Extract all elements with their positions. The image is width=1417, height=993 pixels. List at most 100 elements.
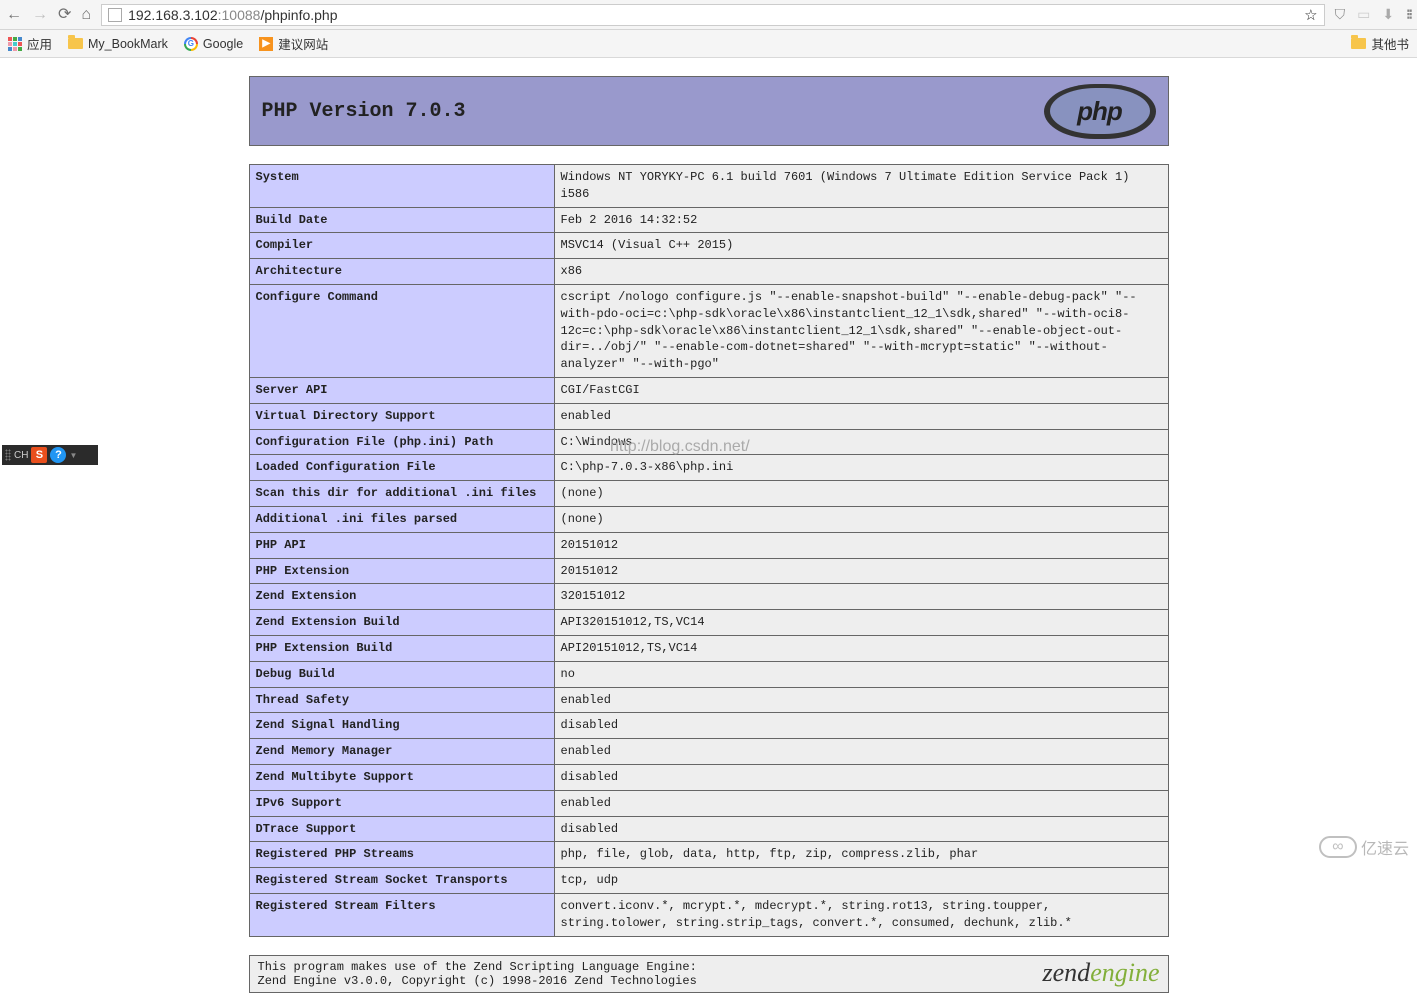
info-value: enabled [554,790,1168,816]
info-value: (none) [554,481,1168,507]
info-value: enabled [554,739,1168,765]
forward-button[interactable]: → [32,7,48,23]
info-value: MSVC14 (Visual C++ 2015) [554,233,1168,259]
info-value: C:\php-7.0.3-x86\php.ini [554,455,1168,481]
table-row: SystemWindows NT YORYKY-PC 6.1 build 760… [249,165,1168,208]
bookmark-label: My_BookMark [88,37,168,51]
phpinfo-header: PHP Version 7.0.3 php [249,76,1169,146]
table-row: Loaded Configuration FileC:\php-7.0.3-x8… [249,455,1168,481]
ime-lang[interactable]: CH [14,450,28,461]
php-logo: php [1044,84,1156,139]
yisuyun-watermark: 亿速云 [1319,835,1409,859]
browser-toolbar: ← → ⟳ ⌂ 192.168.3.102:10088/phpinfo.php … [0,0,1417,30]
zend-logo: zendengine [1043,960,1160,986]
info-value: disabled [554,764,1168,790]
info-value: 320151012 [554,584,1168,610]
apps-icon [8,37,22,51]
table-row: CompilerMSVC14 (Visual C++ 2015) [249,233,1168,259]
table-row: Virtual Directory Supportenabled [249,403,1168,429]
folder-icon [68,38,83,49]
zend-line1: This program makes use of the Zend Scrip… [258,960,697,974]
info-key: Zend Signal Handling [249,713,554,739]
help-icon[interactable]: ? [50,447,66,463]
table-row: Zend Memory Managerenabled [249,739,1168,765]
info-key: Registered PHP Streams [249,842,554,868]
zend-text: This program makes use of the Zend Scrip… [258,960,697,988]
info-key: DTrace Support [249,816,554,842]
table-row: Registered Stream Socket Transportstcp, … [249,868,1168,894]
home-button[interactable]: ⌂ [81,7,91,23]
zend-line2: Zend Engine v3.0.0, Copyright (c) 1998-2… [258,974,697,988]
info-key: IPv6 Support [249,790,554,816]
info-key: System [249,165,554,208]
info-value: php, file, glob, data, http, ftp, zip, c… [554,842,1168,868]
table-row: IPv6 Supportenabled [249,790,1168,816]
info-key: Registered Stream Socket Transports [249,868,554,894]
info-value: (none) [554,506,1168,532]
info-value: 20151012 [554,532,1168,558]
address-bar[interactable]: 192.168.3.102:10088/phpinfo.php ☆ [101,4,1325,26]
back-button[interactable]: ← [6,7,22,23]
table-row: Zend Extension320151012 [249,584,1168,610]
info-key: Registered Stream Filters [249,893,554,936]
bookmark-folder-mybookmark[interactable]: My_BookMark [68,37,168,51]
page-icon [108,8,122,22]
apps-button[interactable]: 应用 [8,34,52,53]
info-value: Feb 2 2016 14:32:52 [554,207,1168,233]
bookmark-label: Google [203,37,243,51]
php-logo-text: php [1050,88,1150,134]
bookmark-google[interactable]: Google [184,37,243,51]
phpinfo-table: SystemWindows NT YORYKY-PC 6.1 build 760… [249,164,1169,937]
info-value: disabled [554,816,1168,842]
table-row: Zend Multibyte Supportdisabled [249,764,1168,790]
extension-icons: ⛉ ▭ ⬇ ⁝⁝ [1335,6,1411,23]
bookmark-star-icon[interactable]: ☆ [1304,6,1317,24]
table-row: Registered PHP Streamsphp, file, glob, d… [249,842,1168,868]
phpinfo-content: PHP Version 7.0.3 php SystemWindows NT Y… [249,76,1169,937]
table-row: DTrace Supportdisabled [249,816,1168,842]
info-value: enabled [554,403,1168,429]
other-bookmarks[interactable]: 其他书 [1351,34,1409,53]
info-key: Configure Command [249,284,554,377]
info-value: Windows NT YORYKY-PC 6.1 build 7601 (Win… [554,165,1168,208]
info-value: tcp, udp [554,868,1168,894]
table-row: Thread Safetyenabled [249,687,1168,713]
info-key: Server API [249,377,554,403]
window-icon[interactable]: ▭ [1357,6,1370,23]
bookmark-label: 建议网站 [278,34,328,53]
info-value: enabled [554,687,1168,713]
bing-icon: ▶ [259,37,273,51]
info-key: PHP API [249,532,554,558]
url-text: 192.168.3.102:10088/phpinfo.php [128,7,1298,23]
info-key: Loaded Configuration File [249,455,554,481]
info-key: Architecture [249,259,554,285]
info-key: Build Date [249,207,554,233]
bookmark-label: 其他书 [1371,34,1409,53]
info-key: Zend Extension [249,584,554,610]
table-row: Architecturex86 [249,259,1168,285]
sogou-icon[interactable]: S [31,447,47,463]
info-value: no [554,661,1168,687]
reload-button[interactable]: ⟳ [58,7,71,23]
download-icon[interactable]: ⬇ [1382,6,1394,23]
table-row: Configuration File (php.ini) PathC:\Wind… [249,429,1168,455]
table-row: PHP API20151012 [249,532,1168,558]
yisuyun-text: 亿速云 [1361,835,1409,859]
info-key: Virtual Directory Support [249,403,554,429]
apps-label: 应用 [27,34,52,53]
shield-icon[interactable]: ⛉ [1335,6,1346,23]
info-value: C:\Windows [554,429,1168,455]
info-value: CGI/FastCGI [554,377,1168,403]
info-key: Thread Safety [249,687,554,713]
table-row: Configure Commandcscript /nologo configu… [249,284,1168,377]
drag-handle-icon[interactable] [5,449,11,461]
table-row: PHP Extension BuildAPI20151012,TS,VC14 [249,635,1168,661]
info-value: API20151012,TS,VC14 [554,635,1168,661]
ime-toolbar[interactable]: CH S ? ▼ [2,445,98,465]
google-icon [184,37,198,51]
bookmark-suggested[interactable]: ▶ 建议网站 [259,34,328,53]
page-title: PHP Version 7.0.3 [262,100,466,123]
dropdown-icon[interactable]: ▼ [69,451,77,460]
table-row: Server APICGI/FastCGI [249,377,1168,403]
menu-icon[interactable]: ⁝⁝ [1406,6,1411,23]
